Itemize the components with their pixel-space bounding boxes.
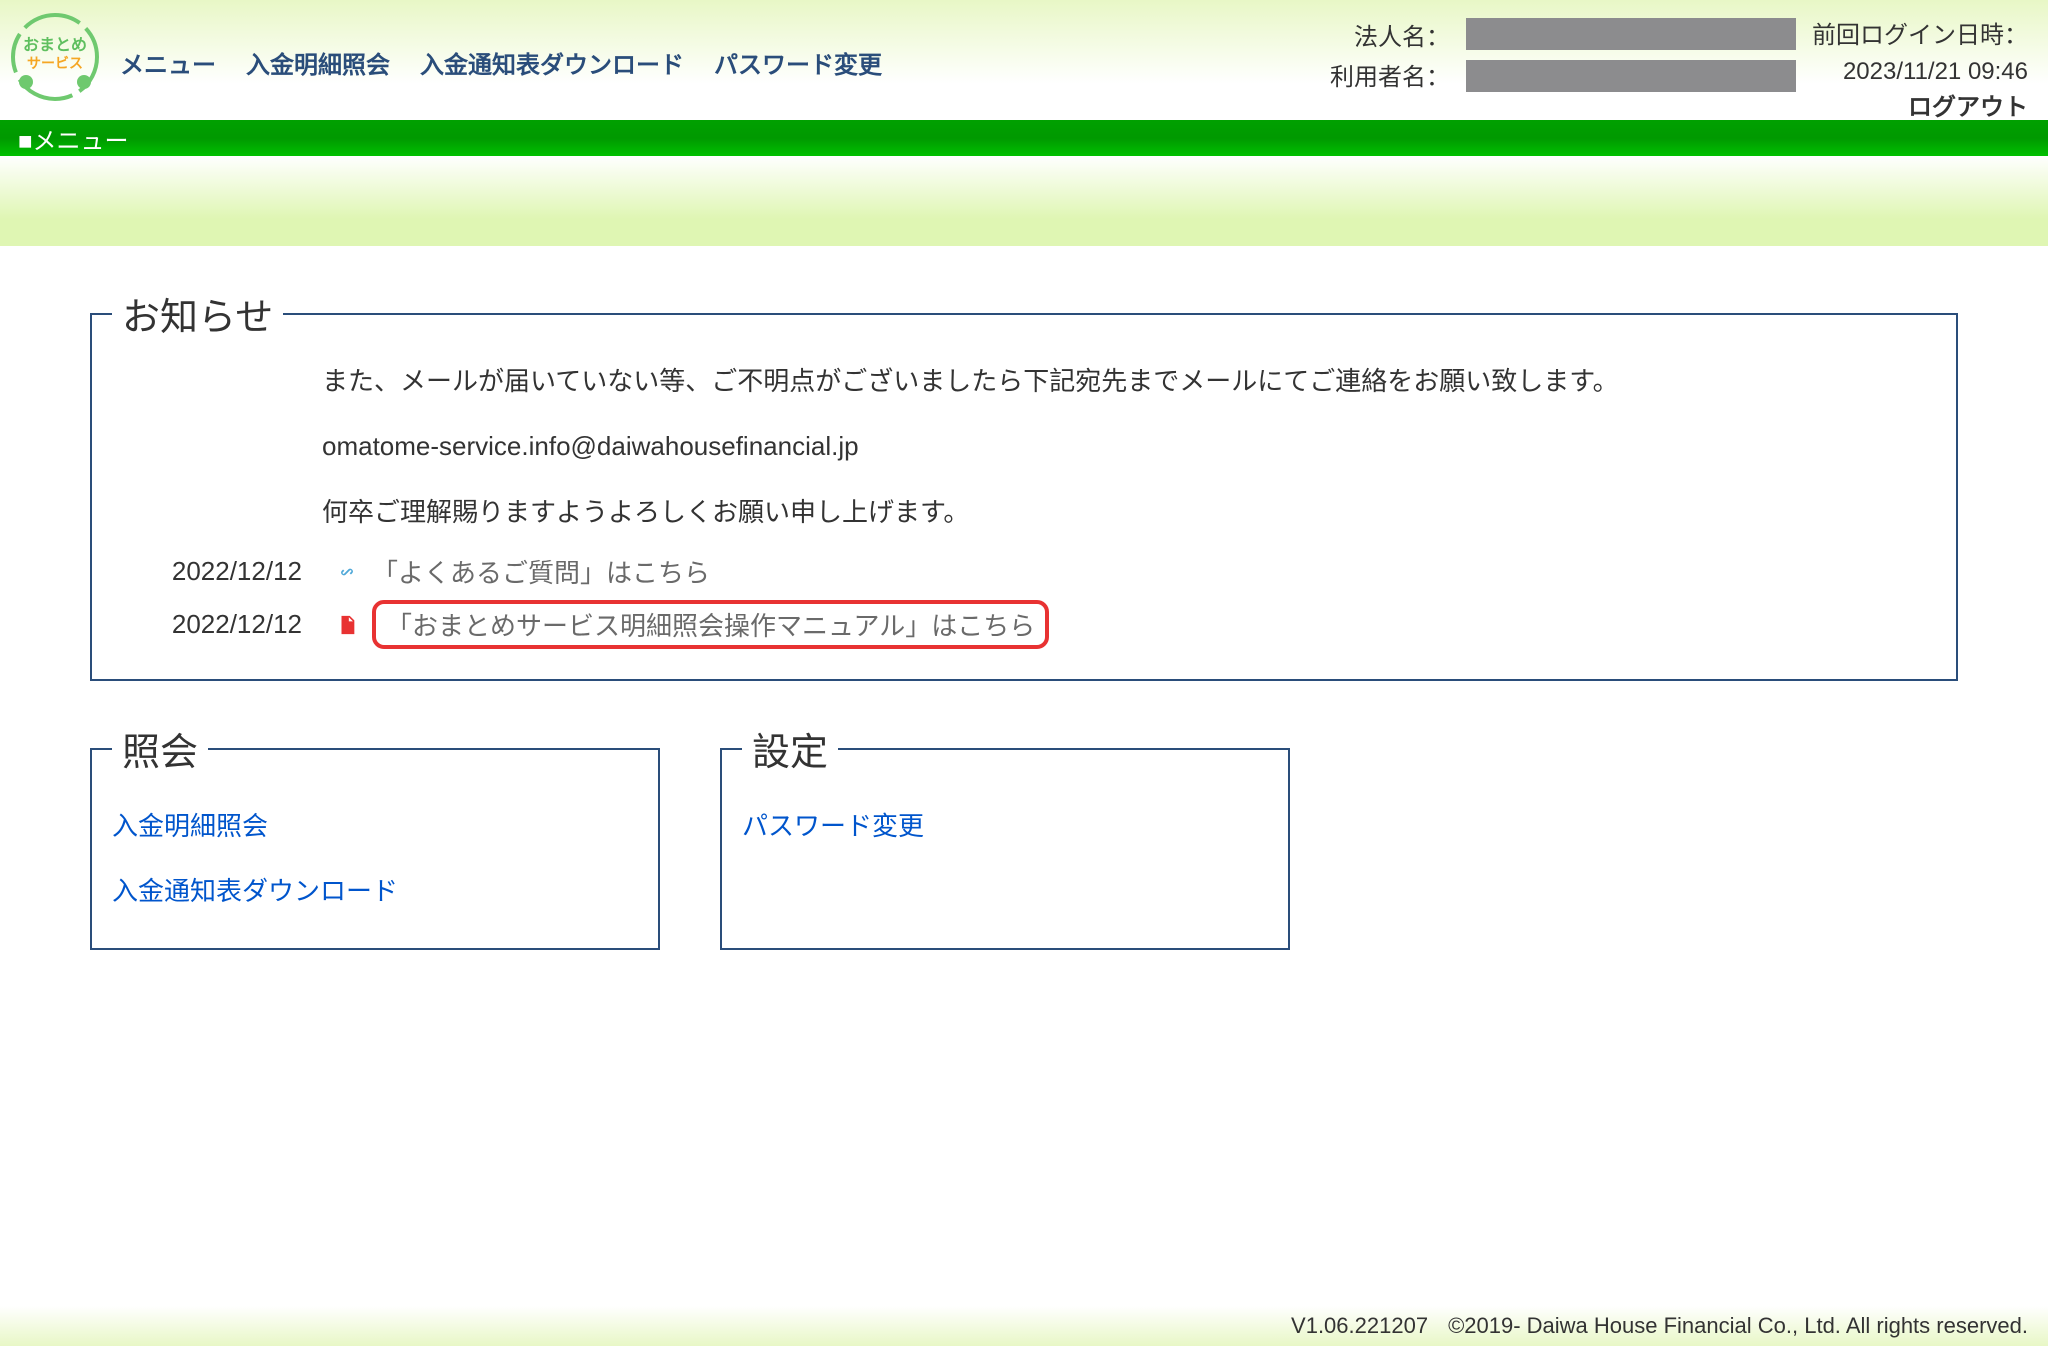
nav-menu[interactable]: メニュー [120,45,216,80]
link-icon [332,561,362,583]
pdf-icon [332,614,362,636]
notice-legend: お知らせ [112,286,283,341]
inquiry-panel: 照会 入金明細照会 入金通知表ダウンロード [90,721,660,950]
last-login-value: 2023/11/21 09:46 [1812,54,2028,90]
notice-date: 2022/12/12 [132,609,332,640]
notice-line-1: また、メールが届いていない等、ご不明点がございましたら下記宛先までメールにてご連… [322,357,1916,406]
logout-link[interactable]: ログアウト [1812,90,2028,126]
company-name-masked [1466,18,1796,50]
nav-links: メニュー 入金明細照会 入金通知表ダウンロード パスワード変更 [120,45,882,80]
last-login-label: 前回ログイン日時： [1812,18,2028,54]
svg-text:サービス: サービス [27,55,83,71]
version-text: V1.06.221207 [1291,1313,1428,1339]
nav-deposit-detail[interactable]: 入金明細照会 [246,45,390,80]
user-info: 法人名： 利用者名： 前回ログイン日時： 2023/11/21 09:46 ログ… [1330,18,2028,126]
notice-date: 2022/12/12 [132,556,332,587]
nav-deposit-notice-download[interactable]: 入金通知表ダウンロード [420,45,684,80]
footer-bar: V1.06.221207 ©2019- Daiwa House Financia… [0,1306,2048,1346]
company-label: 法人名： [1330,18,1450,58]
copyright-text: ©2019- Daiwa House Financial Co., Ltd. A… [1448,1313,2028,1339]
notice-faq-link[interactable]: 「よくあるご質問」はこちら [372,553,710,590]
notice-row-manual: 2022/12/12 「おまとめサービス明細照会操作マニュアル」はこちら [132,600,1916,649]
content-area: お知らせ また、メールが届いていない等、ご不明点がございましたら下記宛先までメー… [0,246,2048,990]
user-name-masked [1466,60,1796,92]
notice-manual-link[interactable]: 「おまとめサービス明細照会操作マニュアル」はこちら [372,600,1049,649]
inquiry-legend: 照会 [112,721,208,776]
header-bar: おまとめ サービス メニュー 入金明細照会 入金通知表ダウンロード パスワード変… [0,0,2048,120]
nav-password-change[interactable]: パスワード変更 [714,45,882,80]
page-title: ■メニュー [18,121,129,156]
settings-password-change-link[interactable]: パスワード変更 [742,806,1268,843]
notice-panel: お知らせ また、メールが届いていない等、ご不明点がございましたら下記宛先までメー… [90,286,1958,681]
svg-text:おまとめ: おまとめ [23,36,87,54]
settings-panel: 設定 パスワード変更 [720,721,1290,950]
logo: おまとめ サービス [10,12,100,102]
notice-line-2: omatome-service.info@daiwahousefinancial… [322,422,1916,471]
notice-line-3: 何卒ご理解賜りますようよろしくお願い申し上げます。 [322,488,1916,537]
notice-row-faq: 2022/12/12 「よくあるご質問」はこちら [132,553,1916,590]
gradient-spacer [0,156,2048,246]
inquiry-deposit-detail-link[interactable]: 入金明細照会 [112,806,638,843]
user-label: 利用者名： [1330,58,1450,98]
inquiry-deposit-notice-download-link[interactable]: 入金通知表ダウンロード [112,871,638,908]
settings-legend: 設定 [742,721,838,776]
